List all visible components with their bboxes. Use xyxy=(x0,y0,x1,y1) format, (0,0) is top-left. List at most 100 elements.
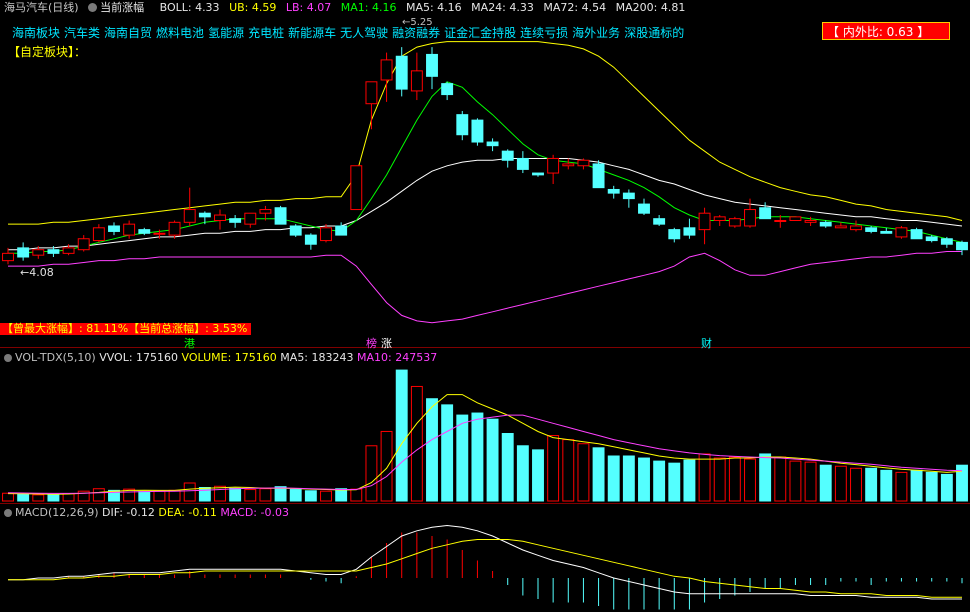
volume-bar xyxy=(441,404,454,502)
volume-bar xyxy=(759,453,772,502)
volume-bar xyxy=(622,455,635,502)
lb-value: LB: 4.07 xyxy=(285,1,332,14)
macd-lines xyxy=(8,524,962,600)
candle-body xyxy=(910,229,923,240)
volume-bar xyxy=(516,445,529,502)
dea-value: DEA: -0.11 xyxy=(158,506,217,519)
candle-body xyxy=(123,223,136,236)
event-marker-finance[interactable]: 财 xyxy=(701,335,712,351)
volume-bar xyxy=(289,489,302,502)
ub-value: UB: 4.59 xyxy=(229,1,277,14)
candle-body xyxy=(365,81,378,105)
candle-body xyxy=(607,188,620,194)
concept-tag[interactable]: 汽车类 xyxy=(64,26,100,40)
volume-bar xyxy=(925,471,938,502)
candle-body xyxy=(577,159,590,167)
candle-body xyxy=(395,55,408,90)
volume-value: VOLUME: 175160 xyxy=(181,351,277,364)
volume-bar xyxy=(62,493,75,502)
concept-tag[interactable]: 氢能源 xyxy=(208,26,244,40)
volume-bar xyxy=(486,418,499,502)
macd-indicator-icon[interactable] xyxy=(4,509,12,517)
candle-body xyxy=(789,216,802,222)
volume-title[interactable]: VOL-TDX(5,10) xyxy=(15,351,96,364)
candle-body xyxy=(744,209,756,227)
volume-bar xyxy=(32,494,45,502)
candle-body xyxy=(638,203,650,214)
volume-bar xyxy=(819,464,832,502)
concept-tag[interactable]: 融资融券 xyxy=(392,26,440,40)
event-marker-list[interactable]: 榜 xyxy=(366,335,377,351)
concept-tag[interactable]: 连续亏损 xyxy=(520,26,568,40)
volume-bar xyxy=(244,489,257,502)
volume-bar xyxy=(92,488,105,502)
concept-tag[interactable]: 海南板块 xyxy=(12,26,60,40)
volume-bar xyxy=(138,491,151,502)
candle-body xyxy=(47,249,60,254)
candle-body xyxy=(880,230,893,234)
boll-mid-line xyxy=(8,158,963,251)
candle-body xyxy=(683,227,696,236)
candle-body xyxy=(183,209,196,223)
volume-bar xyxy=(350,488,363,502)
concept-tag[interactable]: 海外业务 xyxy=(572,26,620,40)
volume-bar xyxy=(501,433,514,502)
candle-body xyxy=(380,59,393,81)
indicator-circle-icon[interactable] xyxy=(88,3,98,12)
concept-tag[interactable]: 无人驾驶 xyxy=(340,26,388,40)
candle-body xyxy=(819,221,832,227)
volume-bar xyxy=(426,398,438,502)
ma200-value: MA200: 4.81 xyxy=(615,1,686,14)
vol-ma10-value: MA10: 247537 xyxy=(357,351,438,364)
concept-tag[interactable]: 证金汇金持股 xyxy=(444,26,516,40)
volume-bar xyxy=(2,492,14,502)
custom-block-label: 【自定板块】： xyxy=(8,45,87,59)
candle-body xyxy=(92,227,105,242)
boll-upper-line xyxy=(8,41,963,225)
macd-header: MACD(12,26,9) DIF: -0.12 DEA: -0.11 MACD… xyxy=(4,506,289,520)
event-marker-hk[interactable]: 港 xyxy=(184,335,195,351)
candle-body xyxy=(622,192,635,200)
volume-bar xyxy=(744,458,756,502)
candle-body xyxy=(774,220,787,222)
volume-bar xyxy=(380,430,393,502)
stock-name[interactable]: 海马汽车(日线) xyxy=(4,1,79,14)
candle-body xyxy=(2,252,14,262)
candle-body xyxy=(153,232,166,235)
candle-body xyxy=(668,229,681,240)
chart-canvas[interactable] xyxy=(0,0,970,612)
candle-body xyxy=(244,212,257,225)
volume-indicator-icon[interactable] xyxy=(4,354,12,362)
concept-tag[interactable]: 充电桩 xyxy=(248,26,284,40)
candlesticks xyxy=(2,47,968,265)
volume-bar xyxy=(607,455,620,502)
stock-chart-window: { "header": { "stock_name": "海马汽车(日线)", … xyxy=(0,0,970,612)
candle-body xyxy=(62,247,75,254)
candle-body xyxy=(532,172,544,176)
concept-tag[interactable]: 新能源车 xyxy=(288,26,336,40)
volume-bar xyxy=(335,488,348,502)
boll-value: BOLL: 4.33 xyxy=(159,1,220,14)
volume-bar xyxy=(774,456,787,502)
candle-body xyxy=(728,218,741,227)
concept-tag[interactable]: 燃料电池 xyxy=(156,26,204,40)
macd-title[interactable]: MACD(12,26,9) xyxy=(15,506,99,519)
indicator-name[interactable]: 当前涨幅 xyxy=(100,1,144,14)
volume-ma5-line xyxy=(7,394,963,495)
concept-tag[interactable]: 海南自贸 xyxy=(104,26,152,40)
candle-body xyxy=(32,249,45,256)
volume-bar xyxy=(653,460,666,502)
boll-lower-line xyxy=(8,251,962,324)
volume-bar xyxy=(865,467,878,502)
candle-body xyxy=(77,238,90,251)
concept-tag[interactable]: 深股通标的 xyxy=(624,26,684,40)
volume-bar xyxy=(183,482,196,502)
vol-ma5-value: MA5: 183243 xyxy=(280,351,354,364)
candle-body xyxy=(940,238,953,245)
candle-body xyxy=(138,229,151,234)
event-marker-rise[interactable]: 涨 xyxy=(381,335,392,351)
volume-bar xyxy=(304,490,317,502)
candle-body xyxy=(471,119,484,143)
volume-bar xyxy=(804,461,817,502)
main-header: 海马汽车(日线) 当前涨幅 BOLL: 4.33 UB: 4.59 LB: 4.… xyxy=(4,1,691,15)
